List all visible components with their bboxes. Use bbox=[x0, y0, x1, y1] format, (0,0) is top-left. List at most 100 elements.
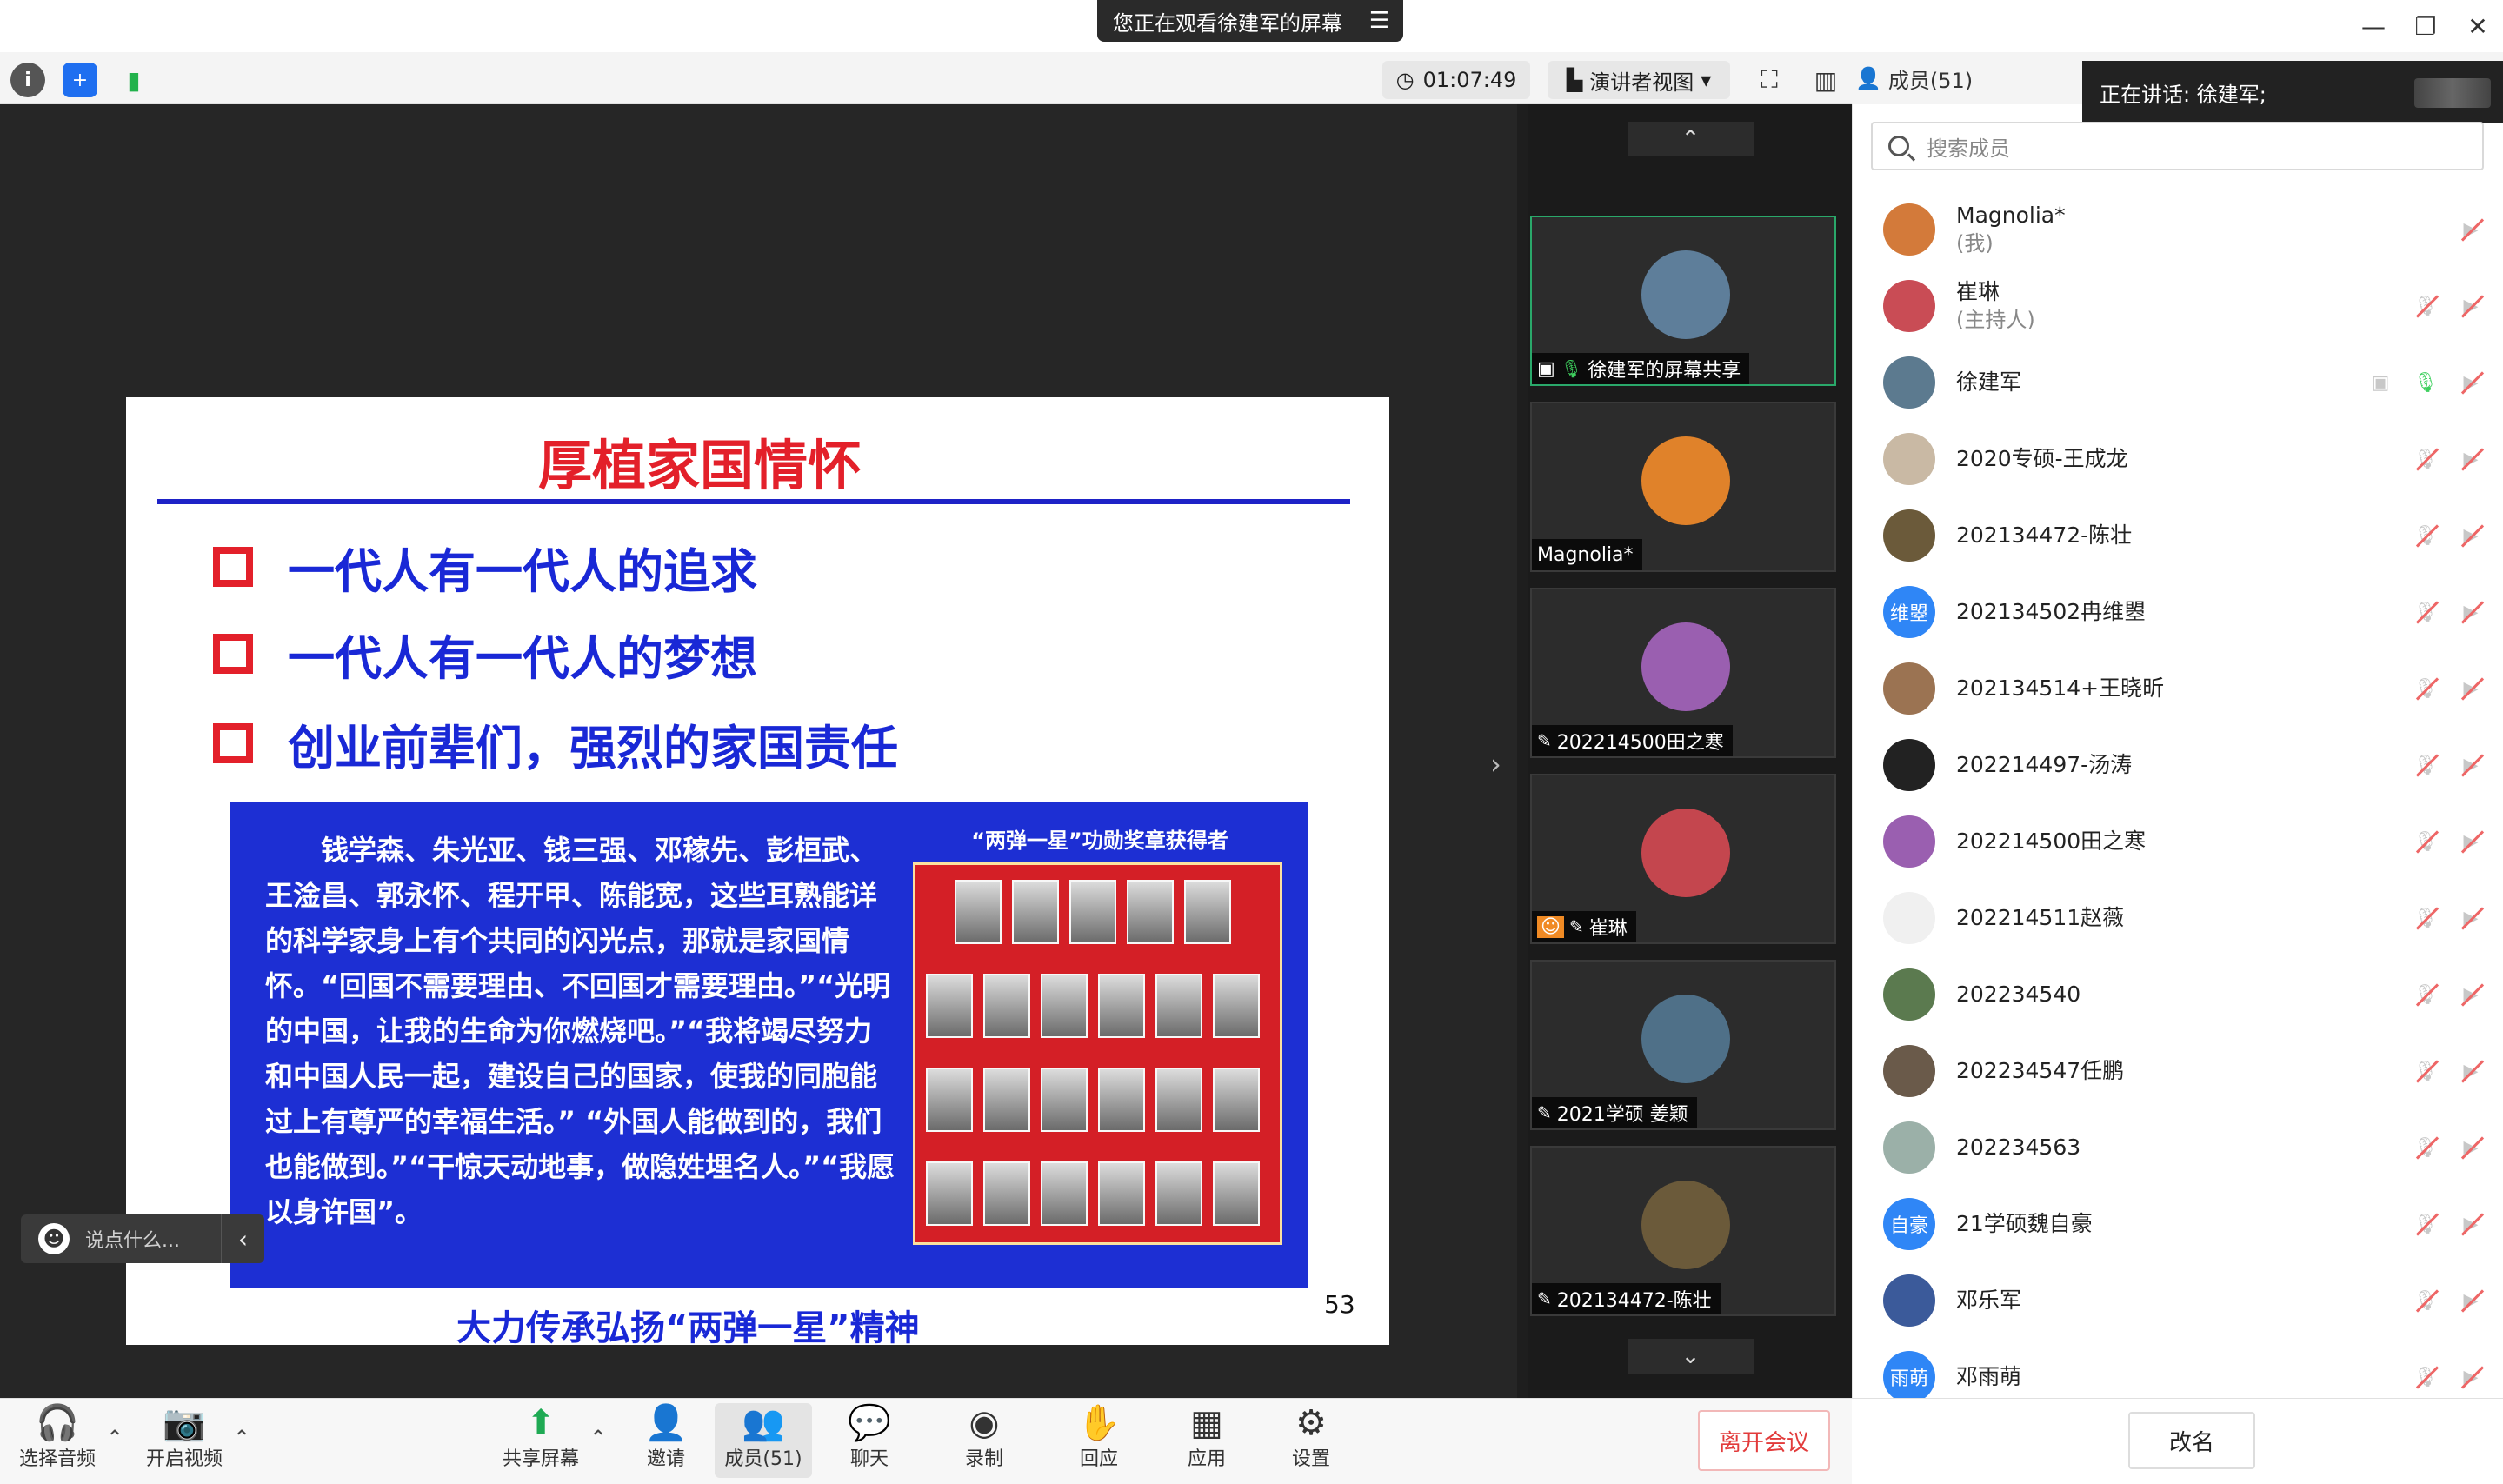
mic-off-icon[interactable]: 🎙 bbox=[2413, 829, 2439, 855]
mic-off-icon[interactable]: 🎙 bbox=[2413, 1364, 2439, 1390]
video-off-icon[interactable]: ▶ bbox=[2458, 829, 2484, 855]
slide-caption: 大力传承弘扬“两弹一星”精神 bbox=[456, 1308, 920, 1348]
avatar bbox=[1641, 1181, 1730, 1269]
video-button[interactable]: 📷 开启视频 bbox=[132, 1403, 236, 1478]
member-row[interactable]: Magnolia* (我) ▶ bbox=[1852, 191, 2503, 268]
video-tile[interactable]: ✎ 202214500田之寒 bbox=[1530, 588, 1836, 758]
video-off-icon[interactable]: ▶ bbox=[2458, 216, 2484, 243]
close-button[interactable]: ✕ bbox=[2452, 7, 2503, 45]
video-off-icon[interactable]: ▶ bbox=[2458, 1135, 2484, 1161]
mic-on-icon[interactable]: 🎙 bbox=[2413, 369, 2439, 396]
video-tile[interactable]: ✎ 202134472-陈壮 bbox=[1530, 1146, 1836, 1316]
info-icon[interactable]: i bbox=[10, 63, 45, 97]
mic-off-icon[interactable]: 🎙 bbox=[2413, 599, 2439, 625]
banner-menu-icon[interactable]: ☰ bbox=[1355, 0, 1403, 42]
mic-off-icon[interactable]: 🎙 bbox=[2413, 1058, 2439, 1084]
mic-off-icon[interactable]: 🎙 bbox=[2413, 752, 2439, 778]
chat-button[interactable]: 💬 聊天 bbox=[817, 1403, 922, 1478]
gallery-up-icon[interactable]: ⌃ bbox=[1628, 122, 1754, 156]
restore-button[interactable]: ❐ bbox=[2400, 7, 2452, 45]
chevron-right-icon[interactable]: › bbox=[1490, 748, 1501, 781]
mic-off-icon[interactable]: 🎙 bbox=[2413, 446, 2439, 472]
member-row[interactable]: 202214511赵薇 🎙 ▶ bbox=[1852, 880, 2503, 956]
mic-off-icon[interactable]: 🎙 bbox=[2413, 905, 2439, 931]
video-tile[interactable]: ✎ 2021学硕 姜颖 bbox=[1530, 960, 1836, 1130]
mic-off-icon[interactable]: 🎙 bbox=[2413, 293, 2439, 319]
video-tile[interactable]: ▣ 🎙 徐建军的屏幕共享 bbox=[1530, 216, 1836, 386]
video-off-icon[interactable]: ▶ bbox=[2458, 293, 2484, 319]
scientist-portrait bbox=[954, 880, 1002, 944]
share-screen-button[interactable]: ⬆ 共享屏幕 bbox=[489, 1403, 593, 1478]
rename-button[interactable]: 改名 bbox=[2128, 1412, 2255, 1469]
chevron-up-icon[interactable]: ⌃ bbox=[106, 1426, 123, 1450]
member-row[interactable]: 邓乐军 🎙 ▶ bbox=[1852, 1262, 2503, 1339]
signal-icon[interactable]: ▮ bbox=[116, 63, 151, 97]
member-row[interactable]: 202134472-陈壮 🎙 ▶ bbox=[1852, 497, 2503, 574]
mic-off-icon[interactable]: 🎙 bbox=[2413, 982, 2439, 1008]
video-off-icon[interactable]: ▶ bbox=[2458, 369, 2484, 396]
member-name: 邓乐军 bbox=[1956, 1288, 2022, 1313]
chevron-up-icon[interactable]: ⌃ bbox=[589, 1426, 607, 1450]
speaking-text: 正在讲话: 徐建军; bbox=[2100, 82, 2267, 107]
member-row[interactable]: 202234540 🎙 ▶ bbox=[1852, 956, 2503, 1033]
view-mode-dropdown[interactable]: ▙ 演讲者视图 ▾ bbox=[1548, 61, 1730, 99]
viewing-screen-banner[interactable]: 您正在观看徐建军的屏幕 ☰ bbox=[1097, 0, 1403, 42]
panel-splitter[interactable] bbox=[1517, 104, 1529, 1398]
member-row[interactable]: 202234563 🎙 ▶ bbox=[1852, 1109, 2503, 1186]
fullscreen-icon[interactable]: ⛶ bbox=[1752, 63, 1787, 97]
member-row[interactable]: 崔琳 (主持人) 🎙 ▶ bbox=[1852, 268, 2503, 344]
video-off-icon[interactable]: ▶ bbox=[2458, 1364, 2484, 1390]
mic-off-icon[interactable]: 🎙 bbox=[2413, 1288, 2439, 1314]
member-search-input[interactable]: 搜索成员 bbox=[1871, 122, 2484, 170]
gallery-down-icon[interactable]: ⌄ bbox=[1628, 1339, 1754, 1374]
react-button[interactable]: ✋ 回应 bbox=[1047, 1403, 1151, 1478]
apps-button[interactable]: ▦ 应用 bbox=[1155, 1403, 1259, 1478]
member-row[interactable]: 自豪 21学硕魏自豪 🎙 ▶ bbox=[1852, 1186, 2503, 1262]
mic-muted-icon: ✎ bbox=[1568, 916, 1584, 937]
leave-meeting-button[interactable]: 离开会议 bbox=[1698, 1410, 1830, 1471]
member-row[interactable]: 维曌 202134502冉维曌 🎙 ▶ bbox=[1852, 574, 2503, 650]
mic-off-icon[interactable]: 🎙 bbox=[2413, 1211, 2439, 1237]
chevron-up-icon[interactable]: ⌃ bbox=[233, 1426, 250, 1450]
member-name: 21学硕魏自豪 bbox=[1956, 1211, 2093, 1236]
video-off-icon[interactable]: ▶ bbox=[2458, 1211, 2484, 1237]
tile-name: 202214500田之寒 bbox=[1556, 732, 1724, 754]
member-row[interactable]: 徐建军 ▣ 🎙 ▶ bbox=[1852, 344, 2503, 421]
video-off-icon[interactable]: ▶ bbox=[2458, 905, 2484, 931]
video-tile[interactable]: Magnolia* bbox=[1530, 402, 1836, 572]
timer-text: 01:07:49 bbox=[1422, 68, 1517, 92]
video-off-icon[interactable]: ▶ bbox=[2458, 446, 2484, 472]
tile-name-bar: ✎ 202214500田之寒 bbox=[1532, 725, 1733, 756]
video-off-icon[interactable]: ▶ bbox=[2458, 522, 2484, 549]
video-off-icon[interactable]: ▶ bbox=[2458, 982, 2484, 1008]
member-row[interactable]: 202134514+王晓昕 🎙 ▶ bbox=[1852, 650, 2503, 727]
video-off-icon[interactable]: ▶ bbox=[2458, 752, 2484, 778]
chevron-left-icon[interactable]: ‹ bbox=[221, 1214, 264, 1263]
video-off-icon[interactable]: ▶ bbox=[2458, 1288, 2484, 1314]
settings-button[interactable]: ⚙ 设置 bbox=[1259, 1403, 1363, 1478]
record-button[interactable]: ◉ 录制 bbox=[932, 1403, 1036, 1478]
audio-button[interactable]: 🎧 选择音频 bbox=[5, 1403, 110, 1478]
shield-icon[interactable]: + bbox=[63, 63, 97, 97]
chat-input[interactable]: ☻ 说点什么... ‹ bbox=[21, 1214, 264, 1263]
member-row[interactable]: 202214500田之寒 🎙 ▶ bbox=[1852, 803, 2503, 880]
members-count: 成员(51) bbox=[1887, 68, 1974, 93]
member-row[interactable]: 202214497-汤涛 🎙 ▶ bbox=[1852, 727, 2503, 803]
invite-button[interactable]: 👤 邀请 bbox=[614, 1403, 718, 1478]
mic-off-icon[interactable]: 🎙 bbox=[2413, 522, 2439, 549]
side-panel-icon[interactable]: ▥ bbox=[1808, 63, 1843, 97]
meeting-timer[interactable]: ◷ 01:07:49 bbox=[1382, 61, 1530, 99]
video-off-icon[interactable]: ▶ bbox=[2458, 599, 2484, 625]
emoji-icon[interactable]: ☻ bbox=[38, 1223, 70, 1254]
chat-placeholder[interactable]: 说点什么... bbox=[85, 1225, 180, 1253]
member-row[interactable]: 2020专硕-王成龙 🎙 ▶ bbox=[1852, 421, 2503, 497]
member-row[interactable]: 202234547任鹏 🎙 ▶ bbox=[1852, 1033, 2503, 1109]
screen-share-icon[interactable]: ▣ bbox=[2367, 369, 2393, 396]
video-tile[interactable]: ☺ ✎ 崔琳 bbox=[1530, 774, 1836, 944]
video-off-icon[interactable]: ▶ bbox=[2458, 1058, 2484, 1084]
members-button[interactable]: 👥 成员(51) bbox=[715, 1403, 812, 1478]
mic-off-icon[interactable]: 🎙 bbox=[2413, 1135, 2439, 1161]
video-off-icon[interactable]: ▶ bbox=[2458, 675, 2484, 702]
minimize-button[interactable]: — bbox=[2347, 7, 2400, 45]
mic-off-icon[interactable]: 🎙 bbox=[2413, 675, 2439, 702]
